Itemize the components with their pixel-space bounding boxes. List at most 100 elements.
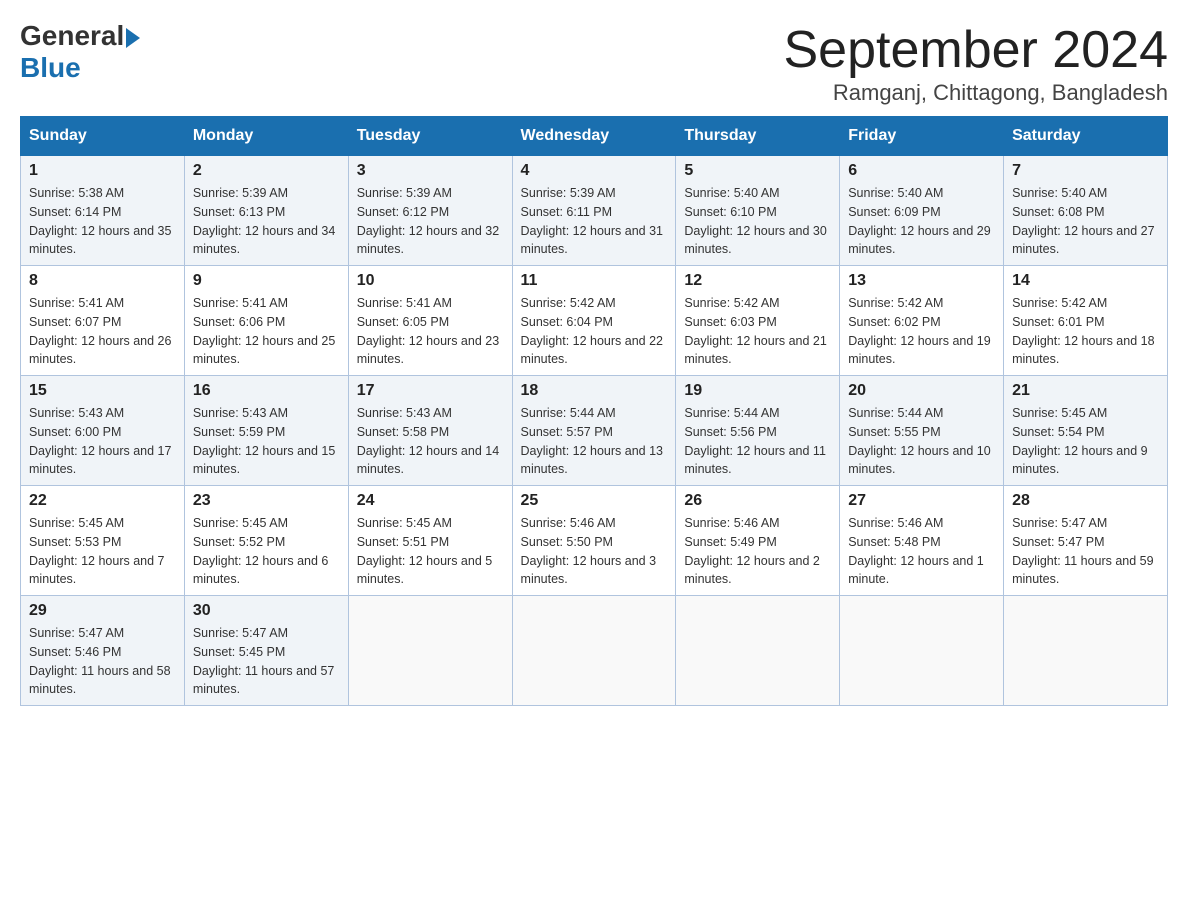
day-number: 20 (848, 382, 995, 400)
day-info: Sunrise: 5:46 AMSunset: 5:48 PMDaylight:… (848, 514, 995, 589)
day-info: Sunrise: 5:43 AMSunset: 5:58 PMDaylight:… (357, 404, 504, 479)
calendar-week-row: 29 Sunrise: 5:47 AMSunset: 5:46 PMDayligh… (21, 596, 1168, 706)
calendar-header-row: SundayMondayTuesdayWednesdayThursdayFrid… (21, 117, 1168, 156)
day-info: Sunrise: 5:47 AMSunset: 5:45 PMDaylight:… (193, 624, 340, 699)
calendar-cell (840, 596, 1004, 706)
logo-triangle-icon (126, 28, 140, 48)
calendar-cell: 20 Sunrise: 5:44 AMSunset: 5:55 PMDayligh… (840, 376, 1004, 486)
day-number: 10 (357, 272, 504, 290)
day-number: 22 (29, 492, 176, 510)
calendar-week-row: 8 Sunrise: 5:41 AMSunset: 6:07 PMDaylight… (21, 266, 1168, 376)
day-number: 7 (1012, 162, 1159, 180)
calendar-cell: 7 Sunrise: 5:40 AMSunset: 6:08 PMDaylight… (1004, 156, 1168, 266)
day-info: Sunrise: 5:45 AMSunset: 5:52 PMDaylight:… (193, 514, 340, 589)
day-info: Sunrise: 5:44 AMSunset: 5:55 PMDaylight:… (848, 404, 995, 479)
day-info: Sunrise: 5:40 AMSunset: 6:10 PMDaylight:… (684, 184, 831, 259)
title-section: September 2024 Ramganj, Chittagong, Bang… (784, 20, 1169, 106)
day-info: Sunrise: 5:46 AMSunset: 5:49 PMDaylight:… (684, 514, 831, 589)
calendar-header-sunday: Sunday (21, 117, 185, 156)
day-number: 6 (848, 162, 995, 180)
calendar-cell: 11 Sunrise: 5:42 AMSunset: 6:04 PMDayligh… (512, 266, 676, 376)
day-number: 21 (1012, 382, 1159, 400)
day-info: Sunrise: 5:40 AMSunset: 6:08 PMDaylight:… (1012, 184, 1159, 259)
logo-blue-text: Blue (20, 52, 81, 84)
calendar-cell: 17 Sunrise: 5:43 AMSunset: 5:58 PMDayligh… (348, 376, 512, 486)
calendar-cell: 23 Sunrise: 5:45 AMSunset: 5:52 PMDayligh… (184, 486, 348, 596)
calendar-cell: 24 Sunrise: 5:45 AMSunset: 5:51 PMDayligh… (348, 486, 512, 596)
day-info: Sunrise: 5:41 AMSunset: 6:05 PMDaylight:… (357, 294, 504, 369)
day-info: Sunrise: 5:39 AMSunset: 6:12 PMDaylight:… (357, 184, 504, 259)
calendar-cell: 8 Sunrise: 5:41 AMSunset: 6:07 PMDaylight… (21, 266, 185, 376)
day-number: 23 (193, 492, 340, 510)
day-number: 25 (521, 492, 668, 510)
calendar-cell: 4 Sunrise: 5:39 AMSunset: 6:11 PMDaylight… (512, 156, 676, 266)
day-info: Sunrise: 5:45 AMSunset: 5:53 PMDaylight:… (29, 514, 176, 589)
day-info: Sunrise: 5:41 AMSunset: 6:07 PMDaylight:… (29, 294, 176, 369)
day-number: 3 (357, 162, 504, 180)
calendar-cell: 15Sunrise: 5:43 AMSunset: 6:00 PMDayligh… (21, 376, 185, 486)
calendar-table: SundayMondayTuesdayWednesdayThursdayFrid… (20, 116, 1168, 706)
calendar-cell (348, 596, 512, 706)
calendar-header-friday: Friday (840, 117, 1004, 156)
day-number: 30 (193, 602, 340, 620)
day-info: Sunrise: 5:47 AMSunset: 5:46 PMDaylight:… (29, 624, 176, 699)
day-number: 1 (29, 162, 176, 180)
day-number: 15 (29, 382, 176, 400)
calendar-cell: 22 Sunrise: 5:45 AMSunset: 5:53 PMDayligh… (21, 486, 185, 596)
location-text: Ramganj, Chittagong, Bangladesh (784, 80, 1169, 106)
day-info: Sunrise: 5:38 AMSunset: 6:14 PMDaylight:… (29, 184, 176, 259)
day-number: 11 (521, 272, 668, 290)
calendar-cell: 29 Sunrise: 5:47 AMSunset: 5:46 PMDayligh… (21, 596, 185, 706)
day-info: Sunrise: 5:44 AMSunset: 5:56 PMDaylight:… (684, 404, 831, 479)
day-number: 4 (521, 162, 668, 180)
day-info: Sunrise: 5:41 AMSunset: 6:06 PMDaylight:… (193, 294, 340, 369)
day-number: 17 (357, 382, 504, 400)
day-info: Sunrise: 5:45 AMSunset: 5:51 PMDaylight:… (357, 514, 504, 589)
calendar-cell (1004, 596, 1168, 706)
day-info: Sunrise: 5:47 AMSunset: 5:47 PMDaylight:… (1012, 514, 1159, 589)
calendar-cell: 6 Sunrise: 5:40 AMSunset: 6:09 PMDaylight… (840, 156, 1004, 266)
calendar-header-monday: Monday (184, 117, 348, 156)
calendar-header-saturday: Saturday (1004, 117, 1168, 156)
day-info: Sunrise: 5:46 AMSunset: 5:50 PMDaylight:… (521, 514, 668, 589)
calendar-cell: 16Sunrise: 5:43 AMSunset: 5:59 PMDayligh… (184, 376, 348, 486)
day-info: Sunrise: 5:43 AMSunset: 5:59 PMDaylight:… (193, 404, 340, 479)
calendar-cell: 14 Sunrise: 5:42 AMSunset: 6:01 PMDayligh… (1004, 266, 1168, 376)
calendar-header-wednesday: Wednesday (512, 117, 676, 156)
month-title: September 2024 (784, 20, 1169, 80)
calendar-cell: 10 Sunrise: 5:41 AMSunset: 6:05 PMDayligh… (348, 266, 512, 376)
calendar-cell: 26 Sunrise: 5:46 AMSunset: 5:49 PMDayligh… (676, 486, 840, 596)
calendar-cell: 3 Sunrise: 5:39 AMSunset: 6:12 PMDaylight… (348, 156, 512, 266)
day-info: Sunrise: 5:42 AMSunset: 6:02 PMDaylight:… (848, 294, 995, 369)
calendar-cell: 5Sunrise: 5:40 AMSunset: 6:10 PMDaylight… (676, 156, 840, 266)
day-number: 12 (684, 272, 831, 290)
day-number: 2 (193, 162, 340, 180)
day-info: Sunrise: 5:45 AMSunset: 5:54 PMDaylight:… (1012, 404, 1159, 479)
calendar-cell: 21 Sunrise: 5:45 AMSunset: 5:54 PMDayligh… (1004, 376, 1168, 486)
day-number: 26 (684, 492, 831, 510)
calendar-cell (512, 596, 676, 706)
day-info: Sunrise: 5:42 AMSunset: 6:03 PMDaylight:… (684, 294, 831, 369)
day-number: 19 (684, 382, 831, 400)
logo: General Blue (20, 20, 140, 84)
day-number: 27 (848, 492, 995, 510)
day-info: Sunrise: 5:42 AMSunset: 6:01 PMDaylight:… (1012, 294, 1159, 369)
day-number: 24 (357, 492, 504, 510)
calendar-cell: 19 Sunrise: 5:44 AMSunset: 5:56 PMDayligh… (676, 376, 840, 486)
day-info: Sunrise: 5:39 AMSunset: 6:11 PMDaylight:… (521, 184, 668, 259)
day-info: Sunrise: 5:42 AMSunset: 6:04 PMDaylight:… (521, 294, 668, 369)
page-header: General Blue September 2024 Ramganj, Chi… (20, 20, 1168, 106)
day-number: 29 (29, 602, 176, 620)
calendar-header-thursday: Thursday (676, 117, 840, 156)
calendar-cell: 30 Sunrise: 5:47 AMSunset: 5:45 PMDayligh… (184, 596, 348, 706)
day-number: 8 (29, 272, 176, 290)
day-number: 13 (848, 272, 995, 290)
day-info: Sunrise: 5:40 AMSunset: 6:09 PMDaylight:… (848, 184, 995, 259)
day-number: 14 (1012, 272, 1159, 290)
calendar-cell (676, 596, 840, 706)
calendar-header-tuesday: Tuesday (348, 117, 512, 156)
day-info: Sunrise: 5:44 AMSunset: 5:57 PMDaylight:… (521, 404, 668, 479)
day-number: 28 (1012, 492, 1159, 510)
calendar-cell: 12 Sunrise: 5:42 AMSunset: 6:03 PMDayligh… (676, 266, 840, 376)
calendar-week-row: 22 Sunrise: 5:45 AMSunset: 5:53 PMDayligh… (21, 486, 1168, 596)
